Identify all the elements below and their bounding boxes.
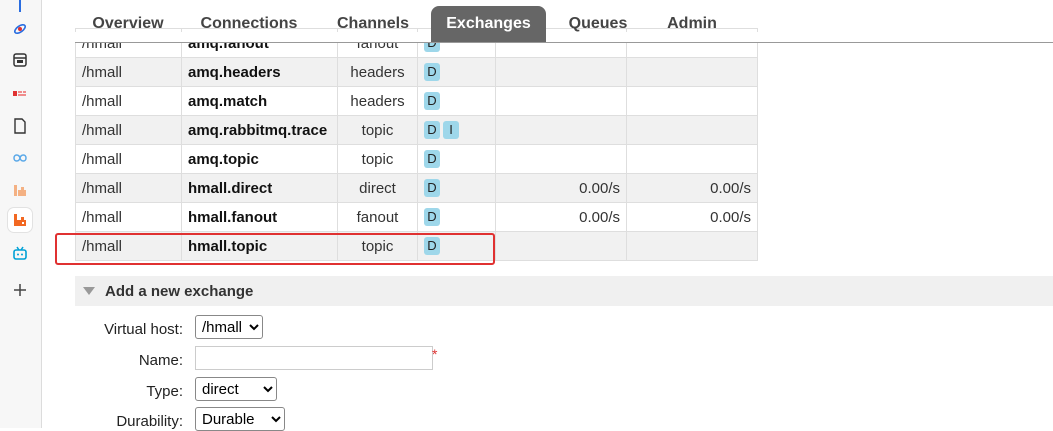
type-label: Type: <box>146 383 183 400</box>
vhost-cell: /hmall <box>75 86 182 116</box>
feature-badge: D <box>424 63 440 82</box>
rate-out-cell <box>626 115 758 145</box>
type-cell: topic <box>337 115 418 145</box>
table-row: /hmall amq.topic topic D <box>75 144 758 174</box>
type-select[interactable]: direct <box>195 377 277 401</box>
features-cell: D <box>417 57 496 87</box>
exchange-name-link[interactable]: amq.topic <box>181 144 338 174</box>
plus-icon[interactable] <box>8 278 32 302</box>
durability-select[interactable]: Durable <box>195 407 285 431</box>
rate-in-cell <box>495 57 627 87</box>
feature-badge: D <box>424 237 440 256</box>
vhost-cell: /hmall <box>75 115 182 145</box>
type-cell: topic <box>337 144 418 174</box>
features-cell: D <box>417 86 496 116</box>
table-row: /hmall amq.rabbitmq.trace topic D I <box>75 115 758 145</box>
features-cell: DI <box>417 115 496 145</box>
document-icon[interactable] <box>8 114 32 138</box>
exchange-name-link[interactable]: hmall.direct <box>181 173 338 203</box>
vhost-cell: /hmall <box>75 202 182 232</box>
virtual-host-label: Virtual host: <box>104 321 183 338</box>
tab-channels[interactable]: Channels <box>325 6 421 42</box>
features-cell: D <box>417 144 496 174</box>
type-cell: direct <box>337 173 418 203</box>
type-cell: headers <box>337 86 418 116</box>
tv-icon[interactable] <box>8 242 32 266</box>
feature-badge: D <box>424 92 440 111</box>
pin-icon[interactable] <box>8 0 32 18</box>
features-cell: D <box>417 173 496 203</box>
feature-badge: D <box>424 150 440 169</box>
rate-in-cell <box>495 115 627 145</box>
rate-in-cell <box>495 86 627 116</box>
vhost-cell: /hmall <box>75 173 182 203</box>
exchange-name-link[interactable]: hmall.fanout <box>181 202 338 232</box>
table-row: /hmall hmall.topic topic D <box>75 231 758 261</box>
table-row: /hmall hmall.direct direct D 0.00/s 0.00/s <box>75 173 758 203</box>
collapse-triangle-icon[interactable] <box>83 287 95 295</box>
features-cell: D <box>417 202 496 232</box>
rate-out-cell <box>626 231 758 261</box>
rate-out-cell <box>626 86 758 116</box>
type-cell: headers <box>337 57 418 87</box>
table-row: /hmall hmall.fanout fanout D 0.00/s 0.00/s <box>75 202 758 232</box>
tab-underline <box>75 42 1053 43</box>
add-exchange-header[interactable]: Add a new exchange <box>75 276 1053 306</box>
feature-badge: D <box>424 208 440 227</box>
add-exchange-title: Add a new exchange <box>105 282 254 300</box>
durability-label: Durability: <box>116 413 183 430</box>
rate-out-cell <box>626 57 758 87</box>
grid-icon[interactable] <box>8 82 32 106</box>
tab-queues[interactable]: Queues <box>557 6 639 42</box>
bars-icon[interactable] <box>8 178 32 202</box>
tab-overview[interactable]: Overview <box>75 6 181 42</box>
vhost-cell: /hmall <box>75 231 182 261</box>
exchange-name-link[interactable]: amq.match <box>181 86 338 116</box>
rate-in-cell <box>495 144 627 174</box>
exchange-name-link[interactable]: amq.rabbitmq.trace <box>181 115 338 145</box>
rabbitmq-icon[interactable] <box>8 208 32 232</box>
feature-badge: I <box>443 121 459 140</box>
features-cell: D <box>417 231 496 261</box>
table-row: /hmall amq.headers headers D <box>75 57 758 87</box>
window-icon[interactable] <box>8 48 32 72</box>
rate-in-cell: 0.00/s <box>495 173 627 203</box>
feature-badge: D <box>424 121 440 140</box>
rate-in-cell: 0.00/s <box>495 202 627 232</box>
tab-connections[interactable]: Connections <box>187 6 311 42</box>
vhost-cell: /hmall <box>75 57 182 87</box>
exchanges-table: /hmallamq.fanoutfanoutD/hmallamq.headers… <box>75 28 758 261</box>
rate-out-cell <box>626 144 758 174</box>
rocket-icon[interactable] <box>8 17 32 41</box>
exchange-name-link[interactable]: hmall.topic <box>181 231 338 261</box>
type-cell: topic <box>337 231 418 261</box>
table-row: /hmall amq.match headers D <box>75 86 758 116</box>
virtual-host-select[interactable]: /hmall <box>195 315 263 339</box>
feature-badge: D <box>424 179 440 198</box>
required-mark: * <box>432 346 438 362</box>
type-cell: fanout <box>337 202 418 232</box>
tab-admin[interactable]: Admin <box>655 6 729 42</box>
vhost-cell: /hmall <box>75 144 182 174</box>
rate-in-cell <box>495 231 627 261</box>
name-label: Name: <box>138 352 183 369</box>
rate-out-cell: 0.00/s <box>626 202 758 232</box>
infinity-icon[interactable] <box>8 146 32 170</box>
rate-out-cell: 0.00/s <box>626 173 758 203</box>
exchange-name-link[interactable]: amq.headers <box>181 57 338 87</box>
tab-exchanges[interactable]: Exchanges <box>431 6 546 42</box>
exchange-name-input[interactable] <box>195 346 433 370</box>
